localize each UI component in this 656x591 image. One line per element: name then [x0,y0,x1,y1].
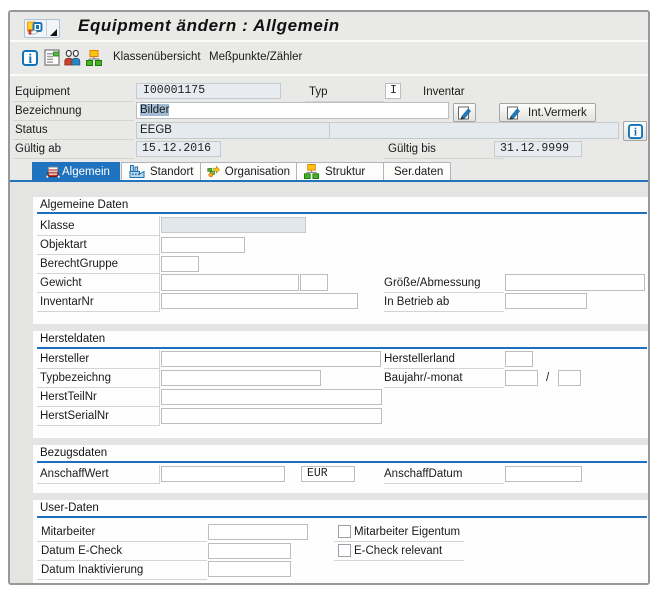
svg-text:i: i [633,126,636,138]
svg-text:i: i [28,51,32,66]
